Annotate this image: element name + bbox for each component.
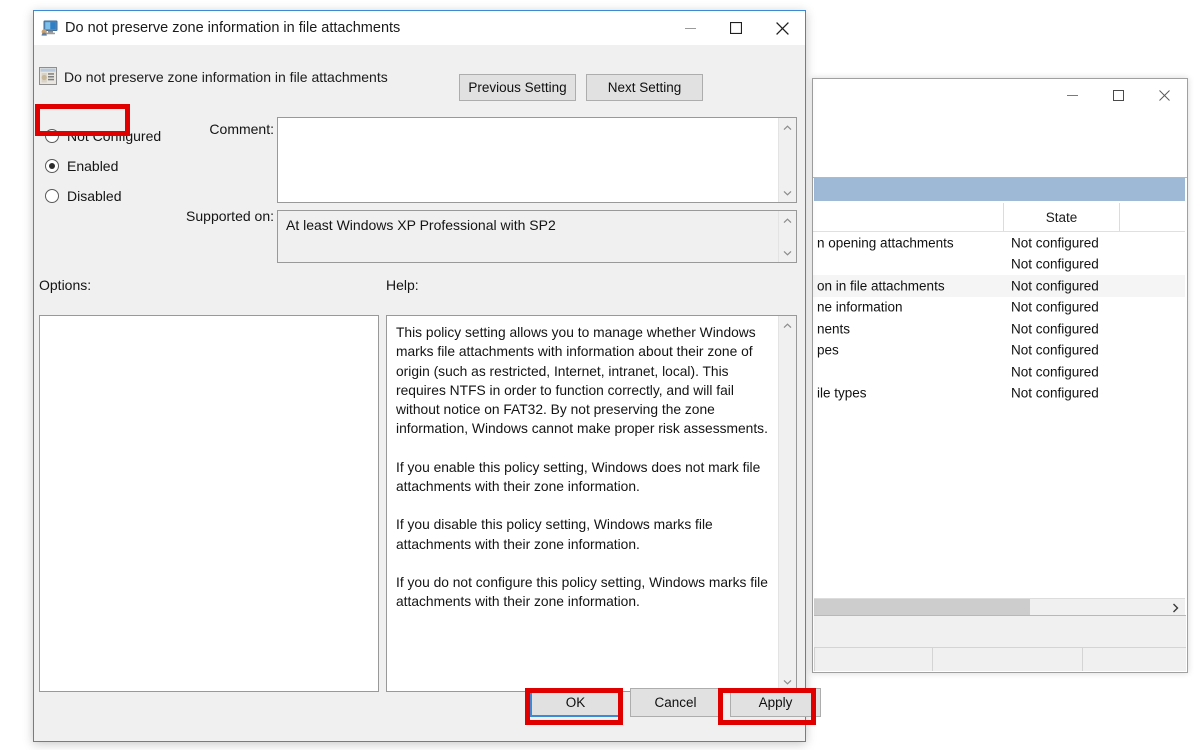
dialog-title: Do not preserve zone information in file… bbox=[65, 20, 401, 36]
supported-on-value: At least Windows XP Professional with SP… bbox=[286, 217, 556, 233]
policy-list-area[interactable]: State n opening attachments Not configur… bbox=[813, 178, 1187, 614]
chevron-up-icon[interactable] bbox=[779, 318, 796, 333]
dialog-titlebar[interactable]: Do not preserve zone information in file… bbox=[34, 11, 805, 45]
background-window-controls bbox=[1049, 79, 1187, 111]
help-pane[interactable]: This policy setting allows you to manage… bbox=[386, 315, 797, 692]
dialog-header-strip: Do not preserve zone information in file… bbox=[34, 45, 805, 102]
status-cell bbox=[932, 647, 1082, 671]
row-state: Not configured bbox=[1011, 235, 1099, 251]
supported-on-scrollbar[interactable] bbox=[778, 211, 796, 262]
radio-enabled[interactable]: Enabled bbox=[39, 151, 189, 181]
radio-disabled[interactable]: Disabled bbox=[39, 181, 189, 211]
column-header-state-label: State bbox=[1045, 209, 1078, 225]
help-paragraph: This policy setting allows you to manage… bbox=[396, 325, 768, 437]
minimize-icon[interactable] bbox=[667, 11, 713, 45]
screen: State n opening attachments Not configur… bbox=[0, 0, 1200, 750]
apply-button[interactable]: Apply bbox=[730, 688, 821, 717]
options-pane[interactable] bbox=[39, 315, 379, 692]
maximize-icon[interactable] bbox=[713, 11, 759, 45]
table-row[interactable]: ile types Not configured bbox=[813, 383, 1185, 405]
row-state: Not configured bbox=[1011, 321, 1099, 337]
chevron-down-icon[interactable] bbox=[779, 185, 796, 200]
row-name: nents bbox=[817, 321, 851, 337]
row-state: Not configured bbox=[1011, 256, 1099, 272]
supported-on-field[interactable]: At least Windows XP Professional with SP… bbox=[277, 210, 797, 263]
table-row[interactable]: pes Not configured bbox=[813, 340, 1185, 362]
previous-setting-button[interactable]: Previous Setting bbox=[459, 74, 576, 101]
policy-list-column-headers[interactable]: State bbox=[813, 203, 1185, 232]
close-icon[interactable] bbox=[1141, 79, 1187, 111]
background-window-menubar[interactable] bbox=[813, 119, 1187, 148]
table-row[interactable]: Not configured bbox=[813, 254, 1185, 276]
ok-button[interactable]: OK bbox=[530, 688, 621, 717]
computer-monitor-icon bbox=[41, 20, 58, 36]
radio-icon bbox=[45, 129, 59, 143]
policy-list-horizontal-scrollbar[interactable] bbox=[814, 598, 1185, 616]
cancel-button[interactable]: Cancel bbox=[630, 688, 721, 717]
radio-not-configured[interactable]: Not Configured bbox=[39, 121, 189, 151]
comment-label: Comment: bbox=[209, 121, 274, 137]
row-name: pes bbox=[817, 342, 839, 358]
row-name: on in file attachments bbox=[817, 278, 945, 294]
group-policy-editor-window[interactable]: State n opening attachments Not configur… bbox=[812, 78, 1188, 673]
row-state: Not configured bbox=[1011, 385, 1099, 401]
comment-scrollbar[interactable] bbox=[778, 118, 796, 202]
row-state: Not configured bbox=[1011, 342, 1099, 358]
status-cell bbox=[814, 647, 932, 671]
chevron-right-icon[interactable] bbox=[1167, 599, 1184, 616]
policy-setting-dialog[interactable]: Do not preserve zone information in file… bbox=[33, 10, 821, 742]
dialog-window-controls bbox=[667, 11, 805, 45]
policy-state-radio-group[interactable]: Not Configured Enabled Disabled bbox=[39, 121, 189, 211]
next-setting-button[interactable]: Next Setting bbox=[586, 74, 703, 101]
table-row[interactable]: Not configured bbox=[813, 361, 1185, 383]
radio-label: Enabled bbox=[67, 158, 119, 174]
background-window-toolbar[interactable] bbox=[813, 147, 1187, 178]
radio-label: Not Configured bbox=[67, 128, 162, 144]
dialog-body: Do not preserve zone information in file… bbox=[34, 45, 821, 741]
comment-textarea[interactable] bbox=[277, 117, 797, 203]
table-row[interactable]: nents Not configured bbox=[813, 318, 1185, 340]
help-paragraph: If you enable this policy setting, Windo… bbox=[396, 459, 761, 495]
help-paragraph: If you do not configure this policy sett… bbox=[396, 574, 768, 610]
minimize-icon[interactable] bbox=[1049, 79, 1095, 111]
help-text: This policy setting allows you to manage… bbox=[387, 316, 778, 691]
status-cell bbox=[1082, 647, 1186, 671]
radio-icon bbox=[45, 189, 59, 203]
radio-label: Disabled bbox=[67, 188, 122, 204]
background-window-titlebar bbox=[813, 79, 1187, 120]
help-paragraph: If you disable this policy setting, Wind… bbox=[396, 517, 713, 552]
options-label: Options: bbox=[39, 277, 92, 293]
table-row[interactable]: n opening attachments Not configured bbox=[813, 232, 1185, 254]
close-icon[interactable] bbox=[759, 11, 805, 45]
policy-setting-icon bbox=[39, 67, 57, 85]
chevron-up-icon[interactable] bbox=[779, 213, 796, 228]
row-state: Not configured bbox=[1011, 299, 1099, 315]
row-state: Not configured bbox=[1011, 278, 1099, 294]
dialog-footer: OK Cancel Apply bbox=[34, 678, 821, 741]
scrollbar-thumb[interactable] bbox=[814, 599, 1030, 616]
status-cells bbox=[814, 647, 1186, 671]
supported-on-label: Supported on: bbox=[186, 208, 274, 224]
row-name: ile types bbox=[817, 385, 867, 401]
table-row[interactable]: ne information Not configured bbox=[813, 297, 1185, 319]
policy-list-rows[interactable]: n opening attachments Not configured Not… bbox=[813, 232, 1185, 614]
radio-icon-selected bbox=[45, 159, 59, 173]
table-row[interactable]: on in file attachments Not configured bbox=[813, 275, 1185, 297]
row-state: Not configured bbox=[1011, 364, 1099, 380]
row-name: n opening attachments bbox=[817, 235, 954, 251]
help-scrollbar[interactable] bbox=[778, 316, 796, 691]
row-name: ne information bbox=[817, 299, 903, 315]
selected-node-band bbox=[814, 178, 1185, 201]
chevron-down-icon[interactable] bbox=[779, 245, 796, 260]
column-header-state[interactable]: State bbox=[1003, 203, 1120, 231]
help-label: Help: bbox=[386, 277, 419, 293]
background-window-statusbar bbox=[814, 615, 1186, 671]
maximize-icon[interactable] bbox=[1095, 79, 1141, 111]
chevron-up-icon[interactable] bbox=[779, 120, 796, 135]
dialog-header-label: Do not preserve zone information in file… bbox=[64, 69, 388, 85]
